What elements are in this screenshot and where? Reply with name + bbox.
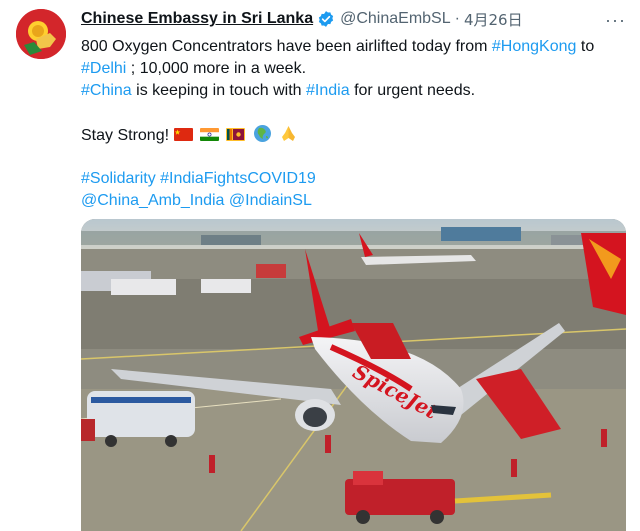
hashtag-delhi[interactable]: #Delhi: [81, 60, 126, 77]
tweet-line-1: 800 Oxygen Concentrators have been airli…: [81, 36, 626, 58]
china-flag-icon: [173, 128, 193, 141]
tweet-line-6: @China_Amb_India @IndiainSL: [81, 190, 626, 212]
mention-indiainsl[interactable]: @IndiainSL: [229, 192, 312, 209]
separator-dot: ·: [454, 10, 460, 27]
author-name[interactable]: Chinese Embassy in Sri Lanka: [81, 10, 313, 28]
text-span: for urgent needs.: [349, 82, 476, 99]
tweet-media-photo[interactable]: SpiceJet: [81, 219, 626, 531]
sri-lanka-flag-icon: [226, 128, 246, 141]
more-options-icon[interactable]: ···: [605, 10, 626, 31]
tweet-line-5: #Solidarity #IndiaFightsCOVID19: [81, 168, 626, 190]
text-span: to: [576, 38, 595, 55]
india-flag-icon: [199, 128, 219, 141]
hashtag-hongkong[interactable]: #HongKong: [492, 38, 577, 55]
tweet-text: 800 Oxygen Concentrators have been airli…: [81, 36, 626, 212]
hashtag-solidarity[interactable]: #Solidarity: [81, 170, 156, 187]
verified-badge-icon: [317, 10, 335, 28]
text-span: 800 Oxygen Concentrators have been airli…: [81, 38, 492, 55]
hashtag-india[interactable]: #India: [306, 82, 350, 99]
tweet-date[interactable]: 4月26日: [464, 9, 523, 30]
text-span: ; 10,000 more in a week.: [126, 60, 307, 77]
text-span: Stay Strong!: [81, 127, 174, 144]
avatar[interactable]: [16, 9, 66, 59]
text-span: is keeping in touch with: [131, 82, 307, 99]
spicejet-aircraft-photo: SpiceJet: [81, 219, 626, 531]
tweet-line-3: #China is keeping in touch with #India f…: [81, 80, 626, 102]
hashtag-indiafightscovid19[interactable]: #IndiaFightsCOVID19: [160, 170, 316, 187]
folded-hands-icon: [282, 126, 296, 141]
tweet-line-4: Stay Strong!: [81, 124, 626, 146]
embassy-emblem-icon: [16, 9, 66, 59]
globe-asia-icon: [253, 125, 271, 142]
author-handle[interactable]: @ChinaEmbSL: [340, 10, 451, 28]
tweet-line-2: #Delhi ; 10,000 more in a week.: [81, 58, 626, 80]
hashtag-china[interactable]: #China: [81, 82, 132, 99]
tweet-header: Chinese Embassy in Sri Lanka @ChinaEmbSL…: [81, 8, 523, 30]
mention-china-amb-india[interactable]: @China_Amb_India: [81, 192, 224, 209]
